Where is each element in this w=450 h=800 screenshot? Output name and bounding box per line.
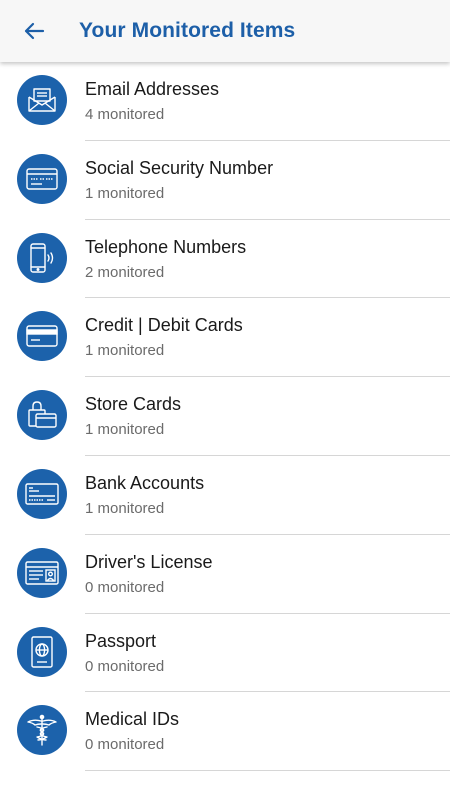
store-card-icon xyxy=(17,390,67,441)
item-label: Telephone Numbers xyxy=(85,236,247,257)
list-item-store-cards[interactable]: Store Cards 1 monitored xyxy=(0,377,450,456)
list-item-credit-debit-cards[interactable]: Credit | Debit Cards 1 monitored xyxy=(0,298,450,378)
page-title: Your Monitored Items xyxy=(79,19,296,42)
list-item-medical-ids[interactable]: Medical IDs 0 monitored xyxy=(0,692,450,772)
divider xyxy=(85,770,450,772)
app-bar: Your Monitored Items xyxy=(0,0,450,62)
phone-icon xyxy=(17,232,67,283)
envelope-icon xyxy=(17,75,67,125)
back-button[interactable] xyxy=(14,13,54,49)
item-label: Email Addresses xyxy=(85,79,220,99)
item-label: Medical IDs xyxy=(85,709,180,730)
list-item-drivers-license[interactable]: Driver's License 0 monitored xyxy=(0,535,450,614)
list-item-bank-accounts[interactable]: Bank Accounts 1 monitored xyxy=(0,456,450,535)
list-item-passport[interactable]: Passport 0 monitored xyxy=(0,614,450,693)
credit-card-icon xyxy=(17,311,67,362)
list-item-email-addresses[interactable]: Email Addresses 4 monitored xyxy=(0,62,450,141)
passport-icon xyxy=(17,626,67,677)
item-count: 1 monitored xyxy=(85,421,165,439)
item-count: 1 monitored xyxy=(85,342,165,360)
item-count: 1 monitored xyxy=(85,499,165,517)
item-label: Store Cards xyxy=(85,394,182,415)
item-count: 1 monitored xyxy=(85,184,165,202)
item-label: Passport xyxy=(85,630,157,651)
item-count: 0 monitored xyxy=(85,578,165,596)
item-label: Bank Accounts xyxy=(85,472,205,493)
arrow-left-icon xyxy=(23,22,45,40)
item-label: Driver's License xyxy=(85,551,213,572)
item-label: Social Security Number xyxy=(85,157,274,178)
license-icon xyxy=(17,547,67,598)
item-label: Credit | Debit Cards xyxy=(85,315,243,336)
item-count: 2 monitored xyxy=(85,263,165,281)
list-item-social-security-number[interactable]: Social Security Number 1 monitored xyxy=(0,141,450,220)
ssn-card-icon xyxy=(17,153,67,204)
monitored-items-list: Email Addresses 4 monitored Social Secur… xyxy=(0,62,450,772)
bank-check-icon xyxy=(17,468,67,519)
list-item-telephone-numbers[interactable]: Telephone Numbers 2 monitored xyxy=(0,220,450,299)
item-count: 0 monitored xyxy=(85,657,165,675)
caduceus-icon xyxy=(17,705,67,756)
item-count: 4 monitored xyxy=(85,106,165,123)
item-count: 0 monitored xyxy=(85,736,165,754)
